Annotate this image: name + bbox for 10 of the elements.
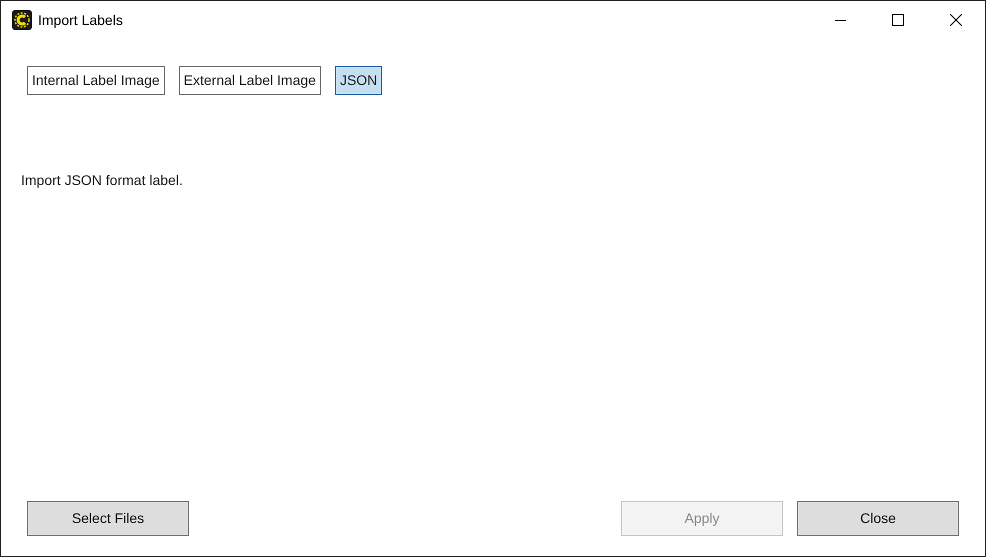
action-button[interactable]: Close <box>797 501 959 536</box>
action-button[interactable]: Select Files <box>27 501 189 536</box>
window-title: Import Labels <box>38 10 123 30</box>
maximize-icon <box>892 14 904 26</box>
tab[interactable]: Internal Label Image <box>27 66 165 95</box>
description-text: Import JSON format label. <box>21 171 184 190</box>
app-logo-icon <box>12 10 32 30</box>
tab[interactable]: JSON <box>334 66 382 95</box>
tab[interactable]: External Label Image <box>178 66 321 95</box>
close-icon <box>950 14 962 26</box>
